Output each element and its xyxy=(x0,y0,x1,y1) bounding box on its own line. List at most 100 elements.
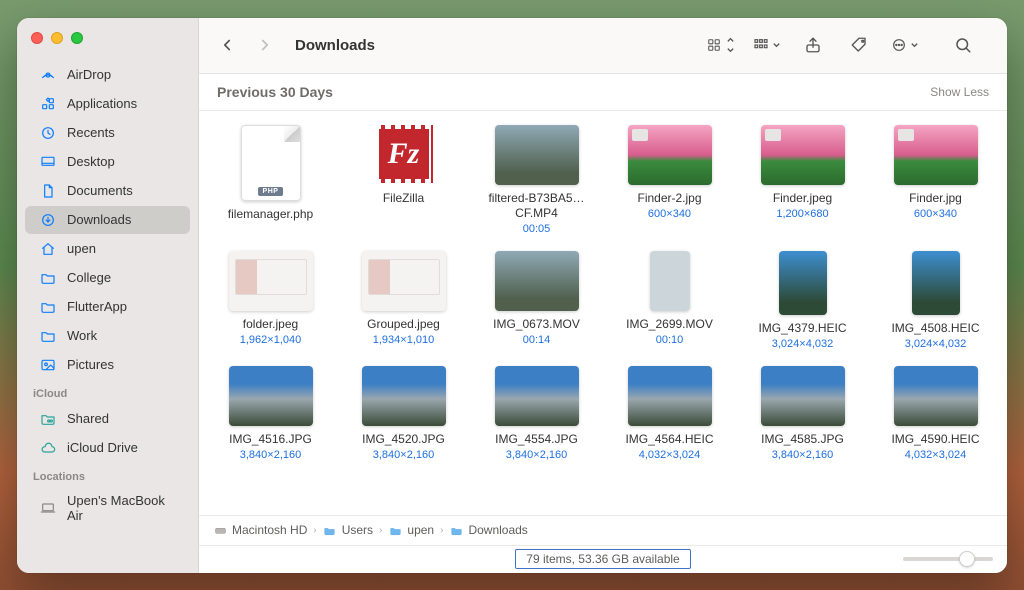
file-name: filemanager.php xyxy=(211,207,331,222)
file-thumbnail: Fz xyxy=(375,125,433,183)
sidebar: AirDrop Applications Recents Desktop Documen… xyxy=(17,18,199,573)
file-meta: 600×340 xyxy=(914,208,957,220)
file-meta: 1,200×680 xyxy=(776,208,828,220)
path-label: upen xyxy=(407,523,434,537)
sidebar-item-airdrop[interactable]: AirDrop xyxy=(25,61,190,89)
file-meta: 1,934×1,010 xyxy=(373,334,434,346)
show-less-button[interactable]: Show Less xyxy=(930,85,989,99)
path-segment[interactable]: Downloads xyxy=(449,523,527,537)
sidebar-item-label: College xyxy=(67,270,176,285)
status-bar: 79 items, 53.36 GB available xyxy=(199,545,1007,573)
sidebar-item-upen[interactable]: upen xyxy=(25,235,190,263)
file-item[interactable]: IMG_0673.MOV00:14 xyxy=(475,251,598,350)
sidebar-item-college[interactable]: College xyxy=(25,264,190,292)
file-meta: 00:10 xyxy=(656,334,684,346)
file-item[interactable]: Finder-2.jpg 600×340 xyxy=(608,125,731,235)
path-bar: Macintosh HD›Users›upen›Downloads xyxy=(199,515,1007,545)
hdd-icon xyxy=(213,523,227,537)
file-thumbnail xyxy=(495,366,579,426)
file-item[interactable]: IMG_4564.HEIC4,032×3,024 xyxy=(608,366,731,461)
forward-button[interactable] xyxy=(251,31,279,59)
file-thumbnail xyxy=(761,366,845,426)
file-item[interactable]: IMG_2699.MOV00:10 xyxy=(608,251,731,350)
file-item[interactable]: Grouped.jpeg 1,934×1,010 xyxy=(342,251,465,350)
file-name: Finder-2.jpg xyxy=(610,191,730,206)
folder-icon xyxy=(39,327,57,345)
sidebar-item-label: Applications xyxy=(67,96,176,111)
path-segment[interactable]: Macintosh HD xyxy=(213,523,307,537)
file-thumbnail xyxy=(894,125,978,185)
clock-icon xyxy=(39,124,57,142)
share-button[interactable] xyxy=(799,31,827,59)
sidebar-section-icloud-label: iCloud xyxy=(17,380,198,404)
image-icon xyxy=(39,356,57,374)
sidebar-section-locations-label: Locations xyxy=(17,463,198,487)
file-item[interactable]: folder.jpeg1,962×1,040 xyxy=(209,251,332,350)
file-name: IMG_4564.HEIC xyxy=(610,432,730,447)
main-pane: Downloads xyxy=(199,18,1007,573)
laptop-icon xyxy=(39,499,57,517)
sidebar-item-label: Upen's MacBook Air xyxy=(67,493,176,523)
sidebar-item-pictures[interactable]: Pictures xyxy=(25,351,190,379)
sidebar-item-label: AirDrop xyxy=(67,67,176,82)
file-meta: 600×340 xyxy=(648,208,691,220)
sidebar-item-recents[interactable]: Recents xyxy=(25,119,190,147)
path-segment[interactable]: upen xyxy=(388,523,434,537)
folder-icon xyxy=(39,298,57,316)
cloud-icon xyxy=(39,439,57,457)
back-button[interactable] xyxy=(213,31,241,59)
tags-button[interactable] xyxy=(845,31,873,59)
file-thumbnail: PHP xyxy=(241,125,301,201)
file-item[interactable]: FzFileZilla xyxy=(342,125,465,235)
sidebar-item-flutterapp[interactable]: FlutterApp xyxy=(25,293,190,321)
file-name: IMG_4585.JPG xyxy=(743,432,863,447)
file-item[interactable]: filtered-B73BA5…CF.MP400:05 xyxy=(475,125,598,235)
action-menu-button[interactable] xyxy=(891,31,919,59)
file-meta: 3,024×4,032 xyxy=(772,338,833,350)
zoom-window-button[interactable] xyxy=(71,32,83,44)
apps-icon xyxy=(39,95,57,113)
file-item[interactable]: IMG_4516.JPG3,840×2,160 xyxy=(209,366,332,461)
file-item[interactable]: IMG_4379.HEIC3,024×4,032 xyxy=(741,251,864,350)
chevron-down-icon xyxy=(910,36,919,54)
sidebar-item-downloads[interactable]: Downloads xyxy=(25,206,190,234)
sidebar-item-label: Desktop xyxy=(67,154,176,169)
file-item[interactable]: IMG_4585.JPG 3,840×2,160 xyxy=(741,366,864,461)
file-meta: 00:05 xyxy=(523,223,551,235)
folder-icon xyxy=(449,523,463,537)
airdrop-icon xyxy=(39,66,57,84)
path-label: Users xyxy=(342,523,373,537)
file-item[interactable]: Finder.jpg600×340 xyxy=(874,125,997,235)
sidebar-locations: Upen's MacBook Air xyxy=(17,487,198,529)
file-item[interactable]: IMG_4520.JPG3,840×2,160 xyxy=(342,366,465,461)
icon-size-slider[interactable] xyxy=(903,557,993,561)
sidebar-item-documents[interactable]: Documents xyxy=(25,177,190,205)
sidebar-item-icloud-drive[interactable]: iCloud Drive xyxy=(25,434,190,462)
sidebar-item-shared[interactable]: Shared xyxy=(25,405,190,433)
path-label: Macintosh HD xyxy=(232,523,307,537)
minimize-window-button[interactable] xyxy=(51,32,63,44)
sidebar-item-desktop[interactable]: Desktop xyxy=(25,148,190,176)
file-item[interactable]: PHP filemanager.php xyxy=(209,125,332,235)
sidebar-item-label: Pictures xyxy=(67,357,176,372)
path-segment[interactable]: Users xyxy=(323,523,373,537)
status-text: 79 items, 53.36 GB available xyxy=(515,549,690,569)
path-label: Downloads xyxy=(468,523,527,537)
file-item[interactable]: IMG_4554.JPG3,840×2,160 xyxy=(475,366,598,461)
group-by-button[interactable] xyxy=(753,31,781,59)
sidebar-item-applications[interactable]: Applications xyxy=(25,90,190,118)
folder-icon xyxy=(39,269,57,287)
file-item[interactable]: IMG_4590.HEIC4,032×3,024 xyxy=(874,366,997,461)
file-item[interactable]: IMG_4508.HEIC3,024×4,032 xyxy=(874,251,997,350)
file-thumbnail xyxy=(628,366,712,426)
sidebar-item-label: Documents xyxy=(67,183,176,198)
file-item[interactable]: Finder.jpeg1,200×680 xyxy=(741,125,864,235)
file-name: Grouped.jpeg xyxy=(344,317,464,332)
sidebar-item-upen-s-macbook-air[interactable]: Upen's MacBook Air xyxy=(25,488,190,528)
search-button[interactable] xyxy=(949,31,977,59)
view-mode-button[interactable] xyxy=(707,31,735,59)
file-meta: 3,840×2,160 xyxy=(772,449,833,461)
sidebar-item-work[interactable]: Work xyxy=(25,322,190,350)
close-window-button[interactable] xyxy=(31,32,43,44)
sidebar-item-label: Downloads xyxy=(67,212,176,227)
